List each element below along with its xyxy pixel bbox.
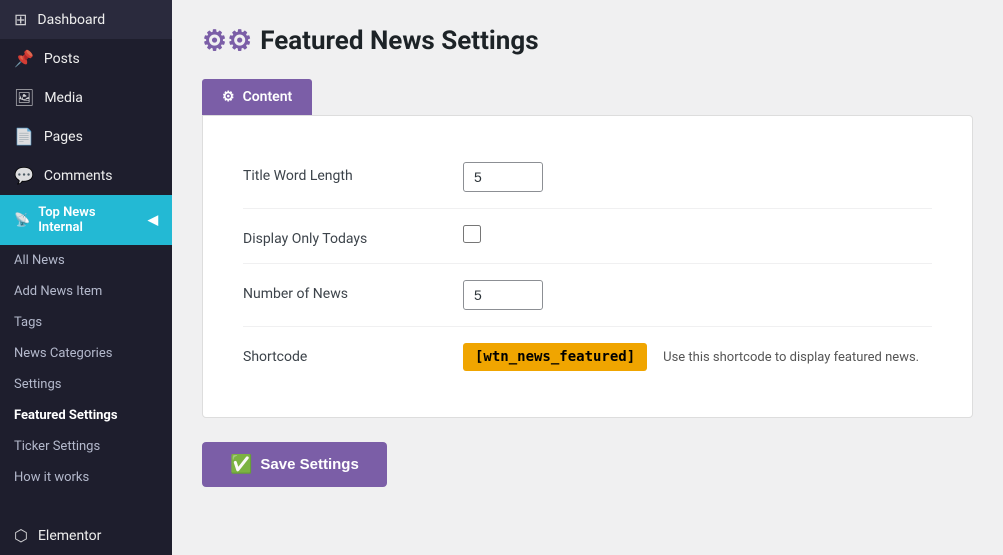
sidebar-label-pages: Pages: [44, 129, 83, 145]
label-title-word-length: Title Word Length: [243, 162, 443, 184]
sidebar-item-tags[interactable]: Tags: [0, 307, 172, 338]
dashboard-icon: ⊞: [14, 10, 27, 29]
field-title-word-length: Title Word Length: [243, 146, 932, 209]
label-shortcode: Shortcode: [243, 343, 443, 365]
tab-content-icon: ⚙: [222, 89, 235, 105]
save-settings-button[interactable]: ✅ Save Settings: [202, 442, 387, 487]
label-display-only-todays: Display Only Todays: [243, 225, 443, 247]
sidebar-item-settings[interactable]: Settings: [0, 369, 172, 400]
shortcode-badge[interactable]: [wtn_news_featured]: [463, 343, 647, 371]
sidebar-label-posts: Posts: [44, 51, 80, 67]
page-title: ⚙⚙ Featured News Settings: [202, 24, 973, 57]
sidebar-nav-item-elementor[interactable]: ⬡ Elementor: [0, 516, 172, 555]
sidebar-nav-item-pages[interactable]: 📄 Pages: [0, 117, 172, 156]
input-title-word-length[interactable]: [463, 162, 543, 192]
sidebar-item-ticker-settings[interactable]: Ticker Settings: [0, 431, 172, 462]
sidebar-label-media: Media: [44, 90, 83, 106]
sidebar-nav-item-comments[interactable]: 💬 Comments: [0, 156, 172, 195]
posts-icon: 📌: [14, 49, 34, 68]
plugin-section-header: 📡 Top News Internal ◀: [0, 195, 172, 245]
settings-panel: Title Word Length Display Only Todays Nu…: [202, 115, 973, 418]
sidebar-item-how-it-works[interactable]: How it works: [0, 462, 172, 493]
comments-icon: 💬: [14, 166, 34, 185]
checkbox-display-only-todays[interactable]: [463, 225, 481, 243]
sidebar-item-all-news[interactable]: All News: [0, 245, 172, 276]
gear-icon: ⚙⚙: [202, 24, 252, 57]
field-number-of-news: Number of News: [243, 264, 932, 327]
sidebar-item-news-categories[interactable]: News Categories: [0, 338, 172, 369]
sidebar-item-featured-settings[interactable]: Featured Settings: [0, 400, 172, 431]
chevron-icon: ◀: [148, 213, 158, 228]
sidebar-label-dashboard: Dashboard: [37, 12, 105, 28]
field-display-only-todays: Display Only Todays: [243, 209, 932, 264]
sidebar-nav-item-media[interactable]: 🖼 Media: [0, 78, 172, 117]
sidebar-nav-item-posts[interactable]: 📌 Posts: [0, 39, 172, 78]
field-shortcode: Shortcode [wtn_news_featured] Use this s…: [243, 327, 932, 387]
control-title-word-length: [463, 162, 543, 192]
sidebar: ⊞ Dashboard 📌 Posts 🖼 Media 📄 Pages 💬 Co…: [0, 0, 172, 555]
control-shortcode: [wtn_news_featured] Use this shortcode t…: [463, 343, 919, 371]
main-content: ⚙⚙ Featured News Settings ⚙ Content Titl…: [172, 0, 1003, 555]
input-number-of-news[interactable]: [463, 280, 543, 310]
elementor-icon: ⬡: [14, 526, 28, 545]
control-number-of-news: [463, 280, 543, 310]
sidebar-nav-item-dashboard[interactable]: ⊞ Dashboard: [0, 0, 172, 39]
shortcode-description: Use this shortcode to display featured n…: [663, 350, 919, 365]
sidebar-item-add-news-item[interactable]: Add News Item: [0, 276, 172, 307]
media-icon: 🖼: [14, 88, 34, 107]
label-number-of-news: Number of News: [243, 280, 443, 302]
checkmark-icon: ✅: [230, 454, 252, 475]
pages-icon: 📄: [14, 127, 34, 146]
tab-bar: ⚙ Content: [202, 79, 973, 115]
rss-icon: 📡: [14, 213, 30, 228]
control-display-only-todays: [463, 225, 481, 243]
tab-content[interactable]: ⚙ Content: [202, 79, 312, 115]
sidebar-label-comments: Comments: [44, 168, 113, 184]
